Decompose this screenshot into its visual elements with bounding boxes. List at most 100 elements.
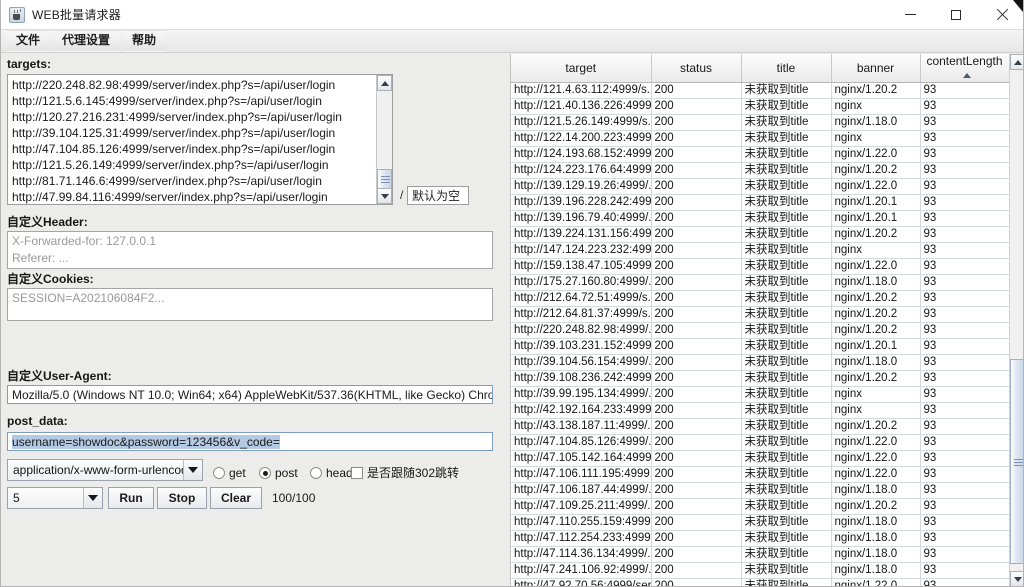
default-empty-input[interactable]: 默认为空: [407, 186, 469, 205]
cell-title: 未获取到title: [741, 130, 832, 147]
cell-target: http://47.114.36.134:4999/...: [511, 546, 652, 563]
table-row[interactable]: http://139.196.228.242:499... 200 未获取到titl…: [511, 194, 1010, 211]
cell-title: 未获取到title: [741, 194, 832, 211]
table-row[interactable]: http://139.224.131.156:499... 200 未获取到titl…: [511, 226, 1010, 243]
content-type-select[interactable]: application/x-www-form-urlencoded: [7, 459, 203, 481]
header-row: target status title banner contentLength: [511, 54, 1010, 83]
custom-useragent-input[interactable]: Mozilla/5.0 (Windows NT 10.0; Win64; x64…: [7, 385, 493, 404]
table-row[interactable]: http://39.104.56.154:4999/... 200 未获取到titl…: [511, 354, 1010, 371]
table-row[interactable]: http://47.241.106.92:4999/... 200 未获取到titl…: [511, 562, 1010, 579]
table-row[interactable]: http://122.14.200.223:4999... 200 未获取到titl…: [511, 130, 1010, 147]
menu-file[interactable]: 文件: [6, 30, 51, 52]
method-radio-head[interactable]: head: [310, 464, 353, 482]
cell-title: 未获取到title: [741, 466, 832, 483]
targets-scroll-thumb[interactable]: [377, 169, 392, 189]
table-row[interactable]: http://47.104.85.126:4999/... 200 未获取到titl…: [511, 434, 1010, 451]
table-row[interactable]: http://47.92.70.56:4999/ser... 200 未获取到tit…: [511, 578, 1010, 586]
cell-banner: nginx/1.18.0: [831, 562, 921, 579]
cell-status: 200: [651, 370, 742, 387]
cell-contentlength: 93: [920, 114, 1010, 131]
cell-target: http://139.129.19.26:4999/...: [511, 178, 652, 195]
table-row[interactable]: http://39.108.236.242:4999... 200 未获取到titl…: [511, 370, 1010, 387]
table-row[interactable]: http://124.193.68.152:4999... 200 未获取到titl…: [511, 146, 1010, 163]
table-row[interactable]: http://212.64.72.51:4999/s... 200 未获取到titl…: [511, 290, 1010, 307]
table-scroll-thumb[interactable]: [1010, 359, 1023, 564]
left-config-panel: targets: http://220.248.82.98:4999/serve…: [1, 54, 509, 586]
cell-banner: nginx: [831, 130, 921, 147]
cell-banner: nginx: [831, 386, 921, 403]
table-scroll-down-button[interactable]: [1010, 571, 1023, 586]
cell-contentlength: 93: [920, 258, 1010, 275]
table-row[interactable]: http://121.40.136.226:4999... 200 未获取到titl…: [511, 98, 1010, 115]
results-table-scrollbar[interactable]: [1009, 54, 1023, 586]
cell-title: 未获取到title: [741, 402, 832, 419]
cell-target: http://39.99.195.134:4999/...: [511, 386, 652, 403]
table-row[interactable]: http://121.4.63.112:4999/s... 200 未获取到titl…: [511, 82, 1010, 99]
content-type-dropdown-button[interactable]: [183, 460, 202, 480]
table-row[interactable]: http://220.248.82.98:4999/... 200 未获取到titl…: [511, 322, 1010, 339]
follow-302-checkbox[interactable]: 是否跟随302跳转: [351, 464, 459, 481]
table-row[interactable]: http://139.196.79.40:4999/... 200 未获取到titl…: [511, 210, 1010, 227]
column-header-status[interactable]: status: [651, 54, 742, 83]
menu-proxy-settings[interactable]: 代理设置: [52, 30, 121, 52]
stop-button[interactable]: Stop: [157, 487, 207, 509]
cell-contentlength: 93: [920, 194, 1010, 211]
table-row[interactable]: http://39.99.195.134:4999/... 200 未获取到titl…: [511, 386, 1010, 403]
cell-title: 未获取到title: [741, 162, 832, 179]
cell-title: 未获取到title: [741, 98, 832, 115]
minimize-button[interactable]: [887, 0, 933, 30]
cell-title: 未获取到title: [741, 434, 832, 451]
targets-scrollbar[interactable]: [376, 75, 392, 204]
table-row[interactable]: http://43.138.187.11:4999/... 200 未获取到titl…: [511, 418, 1010, 435]
cell-status: 200: [651, 354, 742, 371]
clear-button[interactable]: Clear: [210, 487, 262, 509]
cell-title: 未获取到title: [741, 226, 832, 243]
results-table-header: target status title banner contentLength: [511, 54, 1010, 83]
custom-header-textarea[interactable]: X-Forwarded-for: 127.0.0.1 Referer: ...: [7, 231, 493, 269]
cell-contentlength: 93: [920, 338, 1010, 355]
thread-count-select[interactable]: 5: [7, 487, 103, 509]
table-row[interactable]: http://139.129.19.26:4999/... 200 未获取到titl…: [511, 178, 1010, 195]
menu-help[interactable]: 帮助: [122, 30, 167, 52]
table-row[interactable]: http://147.124.223.232:499... 200 未获取到titl…: [511, 242, 1010, 259]
table-row[interactable]: http://47.106.111.195:4999... 200 未获取到titl…: [511, 466, 1010, 483]
radio-indicator: [213, 467, 225, 479]
table-row[interactable]: http://47.112.254.233:4999... 200 未获取到titl…: [511, 530, 1010, 547]
cell-title: 未获取到title: [741, 562, 832, 579]
custom-cookies-textarea[interactable]: SESSION=A202106084F2...: [7, 288, 493, 321]
method-radio-post[interactable]: post: [259, 464, 298, 482]
table-scroll-up-button[interactable]: [1010, 54, 1023, 70]
targets-textarea[interactable]: http://220.248.82.98:4999/server/index.p…: [7, 74, 393, 205]
table-row[interactable]: http://47.106.187.44:4999/... 200 未获取到titl…: [511, 482, 1010, 499]
cell-status: 200: [651, 114, 742, 131]
column-header-target[interactable]: target: [511, 54, 652, 83]
table-row[interactable]: http://47.105.142.164:4999... 200 未获取到titl…: [511, 450, 1010, 467]
cell-contentlength: 93: [920, 530, 1010, 547]
thread-count-dropdown-button[interactable]: [83, 488, 102, 508]
table-row[interactable]: http://159.138.47.105:4999... 200 未获取到titl…: [511, 258, 1010, 275]
run-button[interactable]: Run: [108, 487, 154, 509]
table-row[interactable]: http://47.114.36.134:4999/... 200 未获取到titl…: [511, 546, 1010, 563]
postdata-input[interactable]: username=showdoc&password=123456&v_code=: [7, 432, 493, 451]
table-row[interactable]: http://39.103.231.152:4999... 200 未获取到titl…: [511, 338, 1010, 355]
maximize-button[interactable]: [933, 0, 979, 30]
column-header-contentlength[interactable]: contentLength: [920, 54, 1010, 83]
table-row[interactable]: http://124.223.176.64:4999... 200 未获取到titl…: [511, 162, 1010, 179]
cell-status: 200: [651, 226, 742, 243]
table-row[interactable]: http://212.64.81.37:4999/s... 200 未获取到titl…: [511, 306, 1010, 323]
content-type-value: application/x-www-form-urlencoded: [13, 463, 183, 477]
table-row[interactable]: http://42.192.164.233:4999... 200 未获取到titl…: [511, 402, 1010, 419]
table-row[interactable]: http://47.109.25.211:4999/... 200 未获取到titl…: [511, 498, 1010, 515]
table-row[interactable]: http://175.27.160.80:4999/... 200 未获取到titl…: [511, 274, 1010, 291]
targets-scroll-down-button[interactable]: [377, 188, 392, 204]
table-row[interactable]: http://47.110.255.159:4999... 200 未获取到titl…: [511, 514, 1010, 531]
column-header-banner[interactable]: banner: [831, 54, 921, 83]
cell-status: 200: [651, 530, 742, 547]
cell-banner: nginx/1.18.0: [831, 514, 921, 531]
targets-scroll-up-button[interactable]: [377, 75, 392, 91]
column-header-title[interactable]: title: [741, 54, 832, 83]
cell-target: http://121.4.63.112:4999/s...: [511, 82, 652, 99]
cell-title: 未获取到title: [741, 146, 832, 163]
table-row[interactable]: http://121.5.26.149:4999/s... 200 未获取到titl…: [511, 114, 1010, 131]
method-radio-get[interactable]: get: [213, 464, 246, 482]
